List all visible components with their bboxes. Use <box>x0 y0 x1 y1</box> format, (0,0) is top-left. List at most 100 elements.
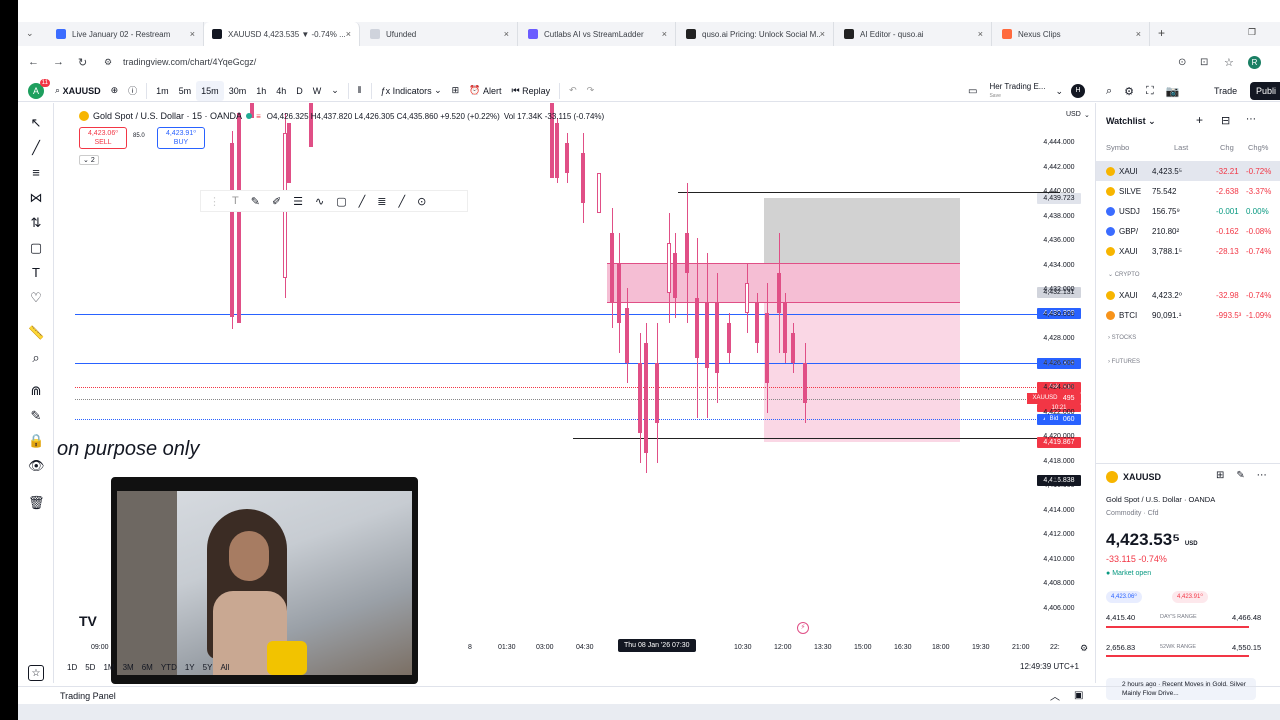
layout-name[interactable]: Her Trading E... Save <box>989 82 1045 100</box>
range-1M[interactable]: 1M <box>103 663 114 672</box>
brush-icon[interactable]: ✎ <box>251 195 260 208</box>
alert-button[interactable]: ⏰ Alert <box>464 81 506 101</box>
magnet-icon[interactable]: ⋒ <box>28 383 44 399</box>
range-1Y[interactable]: 1Y <box>185 663 195 672</box>
collapse-panel-icon[interactable]: ︿ <box>1050 688 1060 703</box>
lines-icon[interactable]: ☰ <box>293 195 303 208</box>
trend-line-icon[interactable]: ╱ <box>28 140 44 156</box>
currency-dropdown-icon[interactable]: ⌄ <box>1084 111 1090 119</box>
watchlist-row[interactable]: XAUI 3,788.1⁵ -28.13 -0.74% <box>1096 241 1280 261</box>
layout-avatar[interactable]: H <box>1071 84 1086 98</box>
axis-settings-icon[interactable]: ⚙ <box>1080 643 1088 654</box>
browser-tab[interactable]: Nexus Clips × <box>994 22 1150 46</box>
watchlist-row[interactable]: XAUI 4,423.2⁰ -32.98 -0.74% <box>1096 285 1280 305</box>
close-tab-icon[interactable]: × <box>504 29 509 39</box>
watchlist-row[interactable]: GBP/210.80² -0.162 -0.08% <box>1096 221 1280 241</box>
forecast-icon[interactable]: ⇅ <box>28 215 44 231</box>
details-edit-icon[interactable]: ✎ <box>1236 470 1244 481</box>
watchlist-header[interactable]: Chg <box>1220 143 1234 152</box>
watchlist-title[interactable]: Watchlist ⌄ <box>1106 116 1156 127</box>
quick-search-icon[interactable]: ⌕ <box>1106 85 1112 98</box>
range-YTD[interactable]: YTD <box>161 663 177 672</box>
window-restore-icon[interactable]: ❐ <box>1248 27 1256 38</box>
user-menu-avatar[interactable]: A 11 <box>28 78 50 99</box>
lock-drawing-icon[interactable]: ✎ <box>28 408 44 424</box>
indicators-button[interactable]: ƒx Indicators ⌄ <box>376 81 447 101</box>
browser-tab[interactable]: Cutlabs AI vs StreamLadder × <box>520 22 676 46</box>
close-tab-icon[interactable]: × <box>978 29 983 39</box>
settings-gear-icon[interactable]: ⚙ <box>1124 85 1134 98</box>
lock-icon[interactable]: 🔒 <box>28 433 44 449</box>
sell-button[interactable]: 4,423.06⁰ SELL <box>79 127 127 149</box>
redo-button[interactable]: ↷ <box>582 81 600 101</box>
publish-button[interactable]: Publi <box>1250 82 1280 100</box>
chart-type-button[interactable]: ⫴ <box>353 81 367 101</box>
price-axis[interactable]: USD ⌄ <box>1060 103 1095 653</box>
range-3M[interactable]: 3M <box>123 663 134 672</box>
compare-button[interactable]: ⊕ <box>106 81 124 101</box>
browser-tab[interactable]: Live January 02 - Restream × <box>48 22 204 46</box>
close-tab-icon[interactable]: × <box>346 29 351 39</box>
event-marker-icon[interactable]: ⚡ <box>797 622 809 634</box>
close-tab-icon[interactable]: × <box>1136 29 1141 39</box>
price-chart[interactable]: Gold Spot / U.S. Dollar · 15 · OANDA ≡ O… <box>55 103 1095 684</box>
add-symbol-icon[interactable]: + <box>1196 113 1203 127</box>
watchlist-header[interactable]: Chg% <box>1248 143 1268 152</box>
extension-icon[interactable]: ⊙ <box>1178 57 1186 68</box>
geometric-shapes-icon[interactable]: ▢ <box>28 240 44 256</box>
utc-clock[interactable]: 12:49:39 UTC+1 <box>1020 662 1079 671</box>
range-5D[interactable]: 5D <box>85 663 95 672</box>
close-tab-icon[interactable]: × <box>662 29 667 39</box>
tab-search-icon[interactable]: ⌄ <box>26 28 34 39</box>
layout-dropdown-icon[interactable]: ⌄ <box>1055 86 1063 97</box>
range-1D[interactable]: 1D <box>67 663 77 672</box>
line-tool-icon[interactable]: ╱ <box>359 195 366 208</box>
browser-tab[interactable]: AI Editor - quso.ai × <box>836 22 992 46</box>
more-options-icon[interactable]: ⊙ <box>417 195 426 208</box>
rectangle-icon[interactable]: ▢ <box>336 195 346 208</box>
templates-button[interactable]: ⊞ <box>447 81 465 101</box>
eye-icon[interactable]: 👁 <box>28 458 45 474</box>
interval-D[interactable]: D <box>291 81 308 101</box>
range-6M[interactable]: 6M <box>142 663 153 672</box>
heart-icon[interactable]: ♡ <box>28 290 44 306</box>
interval-30m[interactable]: 30m <box>224 81 252 101</box>
profile-avatar[interactable]: R <box>1248 55 1261 69</box>
layout-icon[interactable]: ▭ <box>968 86 977 97</box>
interval-4h[interactable]: 4h <box>271 81 291 101</box>
details-symbol[interactable]: XAUUSD <box>1106 471 1161 483</box>
reload-icon[interactable]: ↻ <box>78 56 87 69</box>
browser-tab[interactable]: quso.ai Pricing: Unlock Social M... × <box>678 22 834 46</box>
undo-button[interactable]: ↶ <box>564 81 582 101</box>
screenshot-icon[interactable]: 📷 <box>1166 85 1180 98</box>
favorites-star-icon[interactable]: ☆ <box>28 665 44 681</box>
interval-1m[interactable]: 1m <box>151 81 174 101</box>
watchlist-header[interactable]: Symbo <box>1106 143 1129 152</box>
crypto-section-label[interactable]: ⌄ CRYPTO <box>1108 271 1140 278</box>
text-icon[interactable]: T <box>232 195 239 207</box>
replay-button[interactable]: ⏮ Replay <box>506 81 555 101</box>
interval-dropdown[interactable]: ⌄ <box>326 81 344 101</box>
text-tool-icon[interactable]: T <box>28 265 44 281</box>
bookmark-star-icon[interactable]: ☆ <box>1224 56 1234 69</box>
watchlist-layout-icon[interactable]: ⊟ <box>1221 114 1230 127</box>
cursor-icon[interactable]: ↖ <box>28 115 44 131</box>
details-more-icon[interactable]: ⋯ <box>1257 470 1267 481</box>
interval-W[interactable]: W <box>308 81 327 101</box>
browser-tab[interactable]: Ufunded × <box>362 22 518 46</box>
new-tab-button[interactable]: + <box>1158 26 1165 40</box>
interval-5m[interactable]: 5m <box>174 81 197 101</box>
watchlist-more-icon[interactable]: ⋯ <box>1246 114 1256 125</box>
url-field[interactable]: tradingview.com/chart/4YqeGcgz/ <box>123 57 256 67</box>
interval-15m[interactable]: 15m <box>196 80 224 101</box>
range-All[interactable]: All <box>220 663 229 672</box>
fullscreen-icon[interactable]: ⛶ <box>1146 85 1154 98</box>
drag-handle-icon[interactable]: ⋮ <box>209 195 220 208</box>
symbol-search[interactable]: ⌕ XAUUSD <box>50 81 106 101</box>
back-icon[interactable]: ← <box>28 56 39 68</box>
watchlist-row[interactable]: SILVE 75.542 -2.638 -3.37% <box>1096 181 1280 201</box>
interval-menu-icon[interactable]: ⓘ <box>123 81 142 101</box>
settings-lines-icon[interactable]: ≣ <box>377 195 386 208</box>
path-icon[interactable]: ∿ <box>315 195 324 208</box>
trash-icon[interactable]: 🗑 <box>28 495 45 511</box>
